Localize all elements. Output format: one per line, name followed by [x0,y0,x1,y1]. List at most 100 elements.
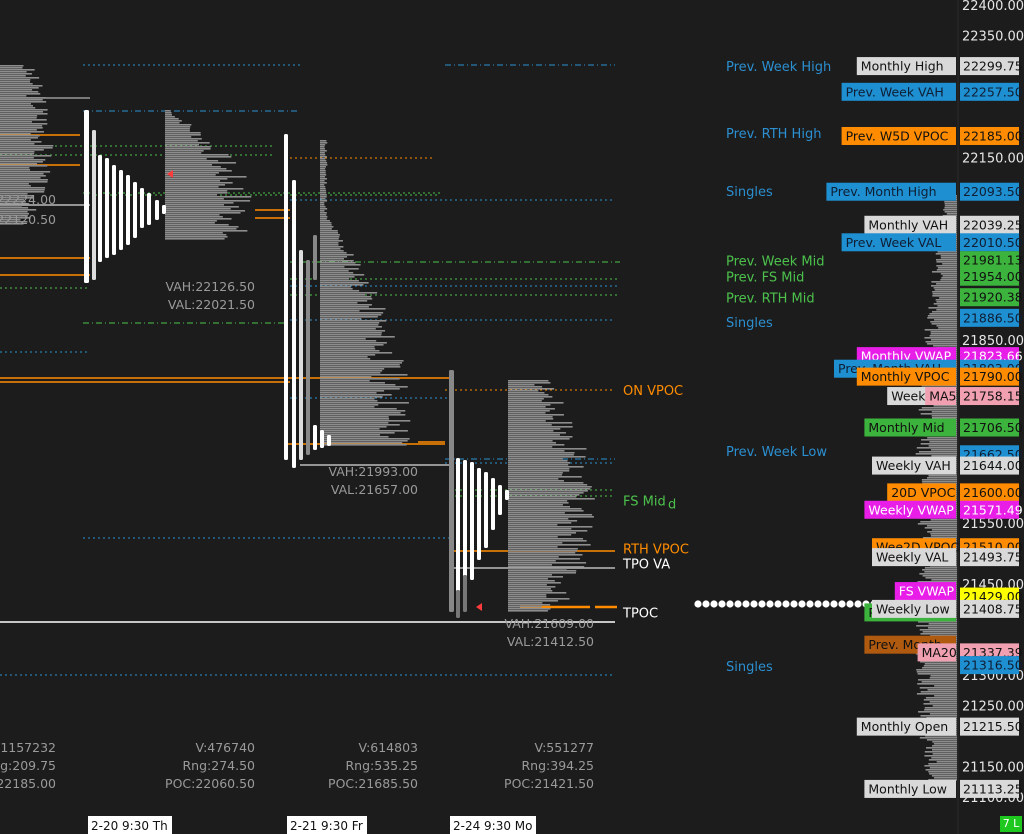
volume-profile-bar [165,118,179,120]
volume-profile-bar [165,212,241,214]
volume-profile-bar [320,360,404,362]
volume-profile-bar [925,697,957,699]
volume-profile-bar [930,675,957,677]
volume-profile-bar [937,305,957,307]
volume-profile-bar [0,85,43,87]
volume-profile-bar [508,608,551,610]
volume-profile-bar [508,542,563,544]
volume-profile-bar [320,158,326,160]
volume-profile-bar [935,299,957,301]
vwap-dot [774,600,782,608]
volume-profile-bar [0,173,44,175]
vwap-dot [854,600,862,608]
session-stat-label: POC:21421.50 [504,776,594,791]
volume-profile-bar [508,454,574,456]
volume-profile-bar [165,228,237,230]
volume-profile-bar [917,523,957,525]
level-tag-label: Weekly VAL [876,550,948,565]
volume-profile-bar [165,230,248,232]
volume-profile-bar [916,669,957,671]
volume-profile-bar [508,396,553,398]
volume-profile-bar [916,693,957,695]
volume-profile-bar [508,498,595,500]
volume-profile-bar [320,374,408,376]
volume-profile-bar [924,707,957,709]
volume-profile-bar [165,196,252,198]
volume-profile-bar [930,333,957,335]
volume-profile-bar [320,148,325,150]
tpo-column [284,134,288,460]
price-tag-label: 21571.49 [963,502,1023,517]
tpo-column [320,430,324,448]
volume-profile-bar [921,439,957,441]
level-tag-label: Monthly High [861,59,944,74]
volume-profile-bar [0,139,31,141]
volume-profile-bar [165,234,227,236]
volume-profile-bar [320,314,382,316]
volume-profile-bar [508,578,548,580]
price-tick-label: 21150.00 [962,761,1024,776]
volume-profile-bar [320,216,328,218]
volume-profile-bar [919,687,957,689]
session-value-area-label: VAH:22224.00 [0,192,56,207]
volume-profile-bar [508,418,554,420]
volume-profile-bar [320,340,377,342]
volume-profile-bar [508,442,557,444]
volume-profile-bar [320,280,359,282]
price-tick-label: 21250.00 [962,700,1024,715]
volume-profile-bar [942,263,957,265]
volume-profile-bar [320,418,390,420]
volume-profile-bar [508,390,539,392]
volume-profile-bar [320,258,345,260]
volume-profile-bar [924,755,957,757]
volume-profile-bar [165,204,225,206]
volume-profile-bar [931,285,957,287]
volume-profile-bar [924,337,957,339]
volume-profile-bar [508,508,582,510]
volume-profile-bar [508,524,558,526]
session-stat-label: V:476740 [196,740,256,755]
volume-profile-bar [508,428,561,430]
volume-profile-bar [165,168,227,170]
volume-profile-bar [320,152,325,154]
tpo-column [133,182,137,238]
vwap-dot [790,600,798,608]
volume-profile-bar [508,528,572,530]
volume-profile-bar [929,677,957,679]
market-profile-chart: VAH:22224.00 VAL:22120.50:1157232 ng:209.7… [0,0,1024,834]
level-label: Prev. Week Mid [726,254,824,269]
volume-profile-bar [320,316,378,318]
vwap-dot [814,600,822,608]
tpo-column [119,170,123,250]
tpo-column [147,193,151,225]
volume-profile-bar [508,402,564,404]
volume-profile-bar [320,156,327,158]
volume-profile-bar [508,588,551,590]
volume-profile-bar [320,442,403,444]
volume-profile-bar [933,345,957,347]
volume-profile-bar [508,554,583,556]
volume-profile-bar [508,496,577,498]
tpo-column [140,188,144,228]
volume-profile-bar [927,627,957,629]
volume-profile-bar [165,140,198,142]
volume-profile-bar [508,474,563,476]
volume-profile-bar [919,573,957,575]
volume-profile-bar [919,737,957,739]
volume-profile-bar [508,460,568,462]
volume-profile-bar [165,236,228,238]
volume-profile-bar [0,125,43,127]
volume-profile-bar [165,170,232,172]
volume-profile-bar [508,380,549,382]
volume-profile-bar [165,132,201,134]
time-tick-label: 2-21 9:30 Fr [290,819,363,833]
volume-profile-bar [320,282,369,284]
volume-profile-bar [0,99,43,101]
volume-profile-bar [165,130,190,132]
volume-profile-bar [320,408,397,410]
volume-profile-bar [165,178,228,180]
vwap-dot [822,600,830,608]
volume-profile-bar [944,211,957,213]
volume-profile-bar [320,270,349,272]
volume-profile-bar [320,300,368,302]
